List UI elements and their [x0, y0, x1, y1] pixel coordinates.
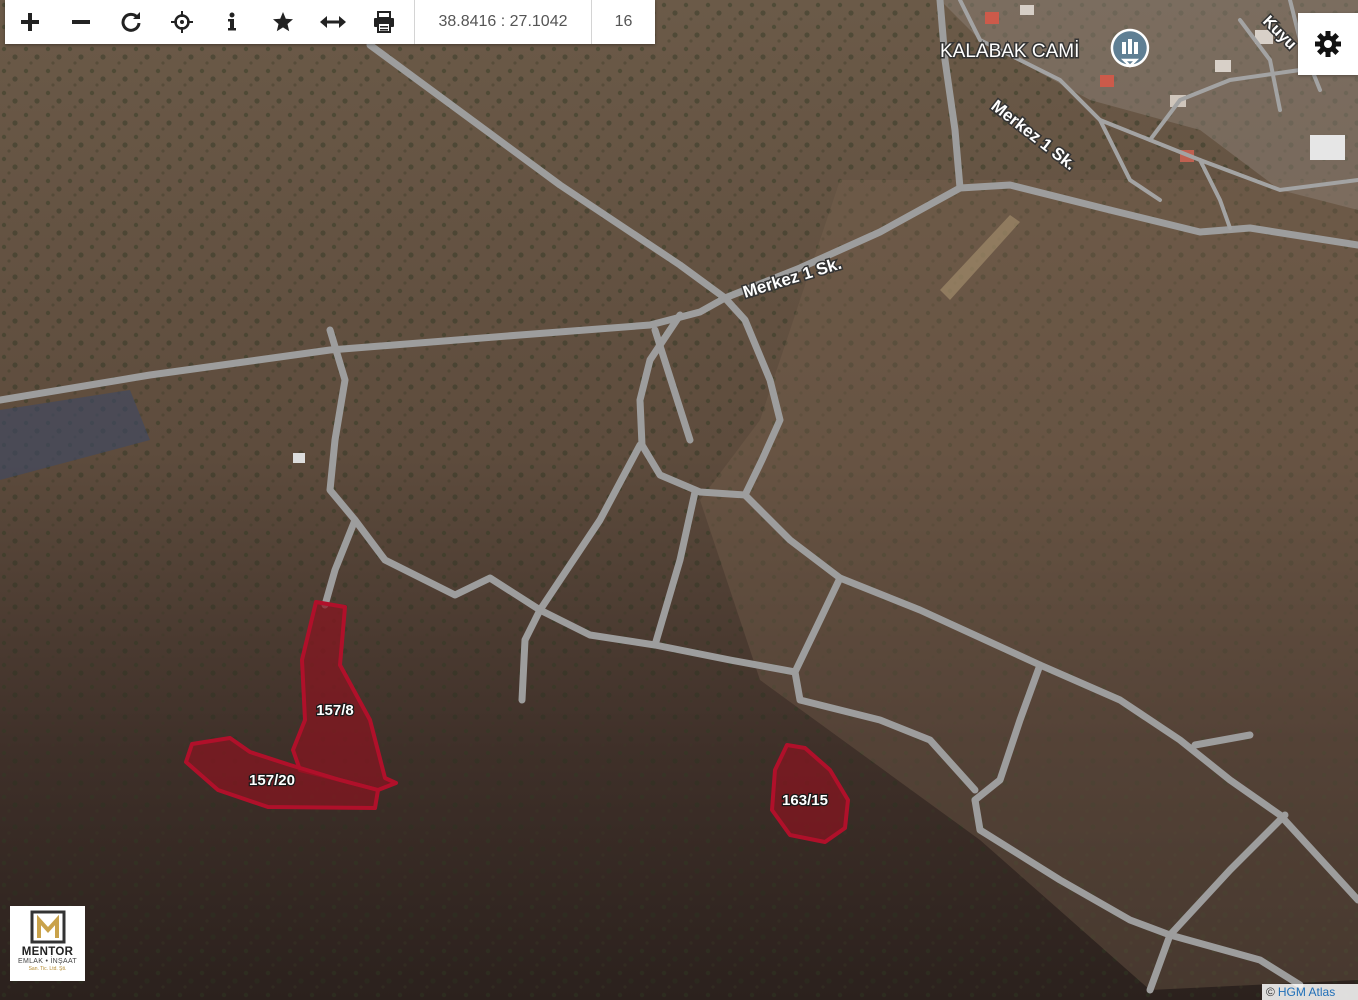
- parcel-label: 163/15: [782, 792, 828, 809]
- attribution-link[interactable]: HGM Atlas: [1278, 985, 1335, 999]
- info-icon: [228, 12, 237, 31]
- gear-icon: [1315, 31, 1341, 57]
- plus-icon: [21, 13, 40, 31]
- print-icon: [373, 11, 394, 33]
- map-canvas[interactable]: 157/8 157/20 163/15 KALABAK CAMİ Merkez …: [0, 0, 1358, 1000]
- favorite-button[interactable]: [258, 0, 309, 44]
- crosshair-icon: [170, 11, 193, 33]
- copyright-symbol: ©: [1266, 985, 1275, 999]
- map-attribution: © HGM Atlas: [1262, 984, 1358, 1000]
- locate-button[interactable]: [157, 0, 208, 44]
- logo-subtitle: EMLAK • İNŞAAT: [17, 958, 78, 965]
- zoom-level-display: 16: [614, 13, 633, 30]
- zoom-out-button[interactable]: [56, 0, 107, 44]
- horizontal-arrows-icon: [320, 16, 347, 28]
- logo-mark-icon: [30, 910, 65, 944]
- logo-subtitle-small: San. Tic. Ltd. Şti.: [28, 966, 67, 972]
- measure-button[interactable]: [308, 0, 359, 44]
- map-toolbar: 38.8416 : 27.1042 16: [5, 0, 655, 44]
- mentor-logo: MENTOR EMLAK • İNŞAAT San. Tic. Ltd. Şti…: [10, 906, 85, 981]
- zoom-in-button[interactable]: [5, 0, 56, 44]
- mosque-icon[interactable]: [1110, 28, 1150, 68]
- refresh-icon: [121, 12, 141, 32]
- info-button[interactable]: [207, 0, 258, 44]
- star-icon: [272, 12, 293, 32]
- refresh-button[interactable]: [106, 0, 157, 44]
- logo-name: MENTOR: [21, 946, 74, 958]
- parcel-label: 157/8: [316, 702, 354, 719]
- print-button[interactable]: [359, 0, 410, 44]
- parcel-label: 157/20: [249, 772, 295, 789]
- building: [293, 453, 305, 463]
- poi-label: KALABAK CAMİ: [940, 41, 1079, 62]
- settings-button[interactable]: [1298, 13, 1358, 75]
- minus-icon: [71, 20, 90, 24]
- coordinates-display: 38.8416 : 27.1042: [414, 0, 592, 44]
